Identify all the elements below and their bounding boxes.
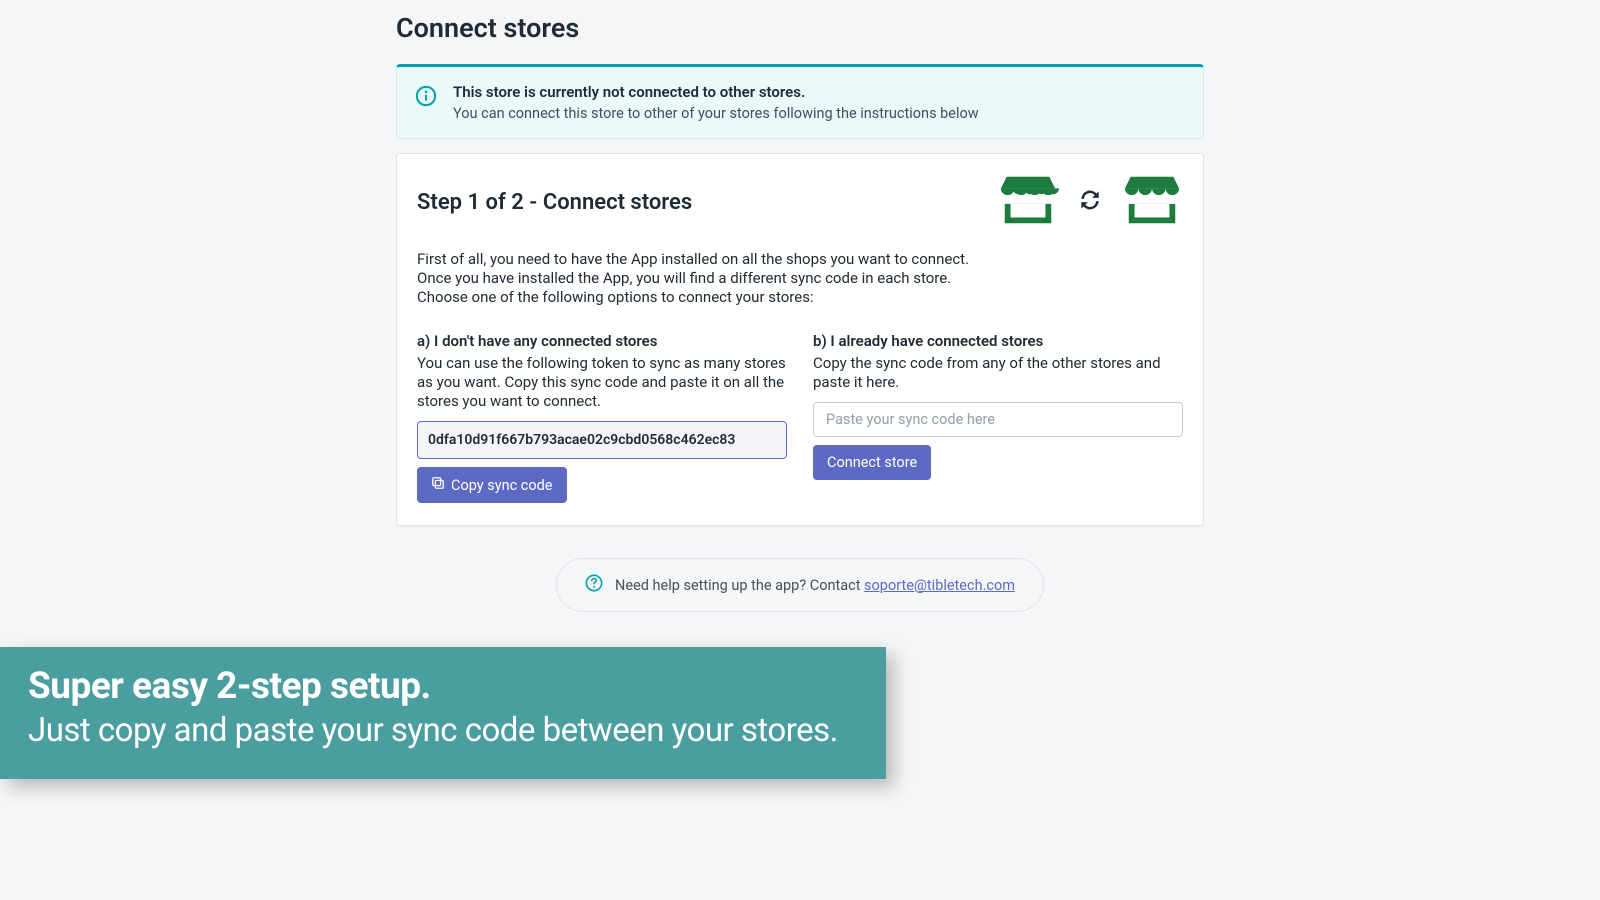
- step-card: Step 1 of 2 - Connect stores: [396, 153, 1204, 526]
- step-heading: Step 1 of 2 - Connect stores: [417, 190, 692, 215]
- option-a-text: You can use the following token to sync …: [417, 354, 787, 412]
- intro-line: Choose one of the following options to c…: [417, 288, 1183, 307]
- copy-icon: [431, 476, 445, 494]
- help-icon: [585, 574, 603, 596]
- sync-icon: [1077, 187, 1103, 217]
- connect-button-label: Connect store: [827, 454, 917, 471]
- step-intro: First of all, you need to have the App i…: [417, 250, 1183, 308]
- store-icon: [1121, 174, 1183, 230]
- promo-line2: Just copy and paste your sync code betwe…: [28, 709, 858, 754]
- connect-store-button[interactable]: Connect store: [813, 445, 931, 480]
- sync-code-input[interactable]: [813, 402, 1183, 437]
- alert-text: You can connect this store to other of y…: [453, 105, 979, 122]
- option-a-heading: a) I don't have any connected stores: [417, 332, 787, 350]
- option-b-text: Copy the sync code from any of the other…: [813, 354, 1183, 392]
- copy-sync-code-button[interactable]: Copy sync code: [417, 467, 567, 503]
- store-sync-illustration: [997, 174, 1183, 230]
- info-icon: [415, 85, 437, 107]
- help-email-link[interactable]: soporte@tibletech.com: [864, 577, 1015, 594]
- help-pill: Need help setting up the app? Contact so…: [556, 558, 1044, 612]
- option-b-heading: b) I already have connected stores: [813, 332, 1183, 350]
- store-icon: [997, 174, 1059, 230]
- promo-line1: Super easy 2-step setup.: [28, 665, 858, 709]
- page-title: Connect stores: [396, 12, 1204, 44]
- copy-button-label: Copy sync code: [451, 477, 553, 494]
- help-text: Need help setting up the app? Contact: [615, 577, 864, 594]
- option-a: a) I don't have any connected stores You…: [417, 332, 787, 504]
- sync-code-display: 0dfa10d91f667b793acae02c9cbd0568c462ec83: [417, 421, 787, 459]
- intro-line: First of all, you need to have the App i…: [417, 250, 1183, 269]
- option-b: b) I already have connected stores Copy …: [813, 332, 1183, 504]
- info-banner: This store is currently not connected to…: [396, 64, 1204, 139]
- intro-line: Once you have installed the App, you wil…: [417, 269, 1183, 288]
- alert-title: This store is currently not connected to…: [453, 83, 979, 101]
- promo-banner: Super easy 2-step setup. Just copy and p…: [0, 647, 886, 779]
